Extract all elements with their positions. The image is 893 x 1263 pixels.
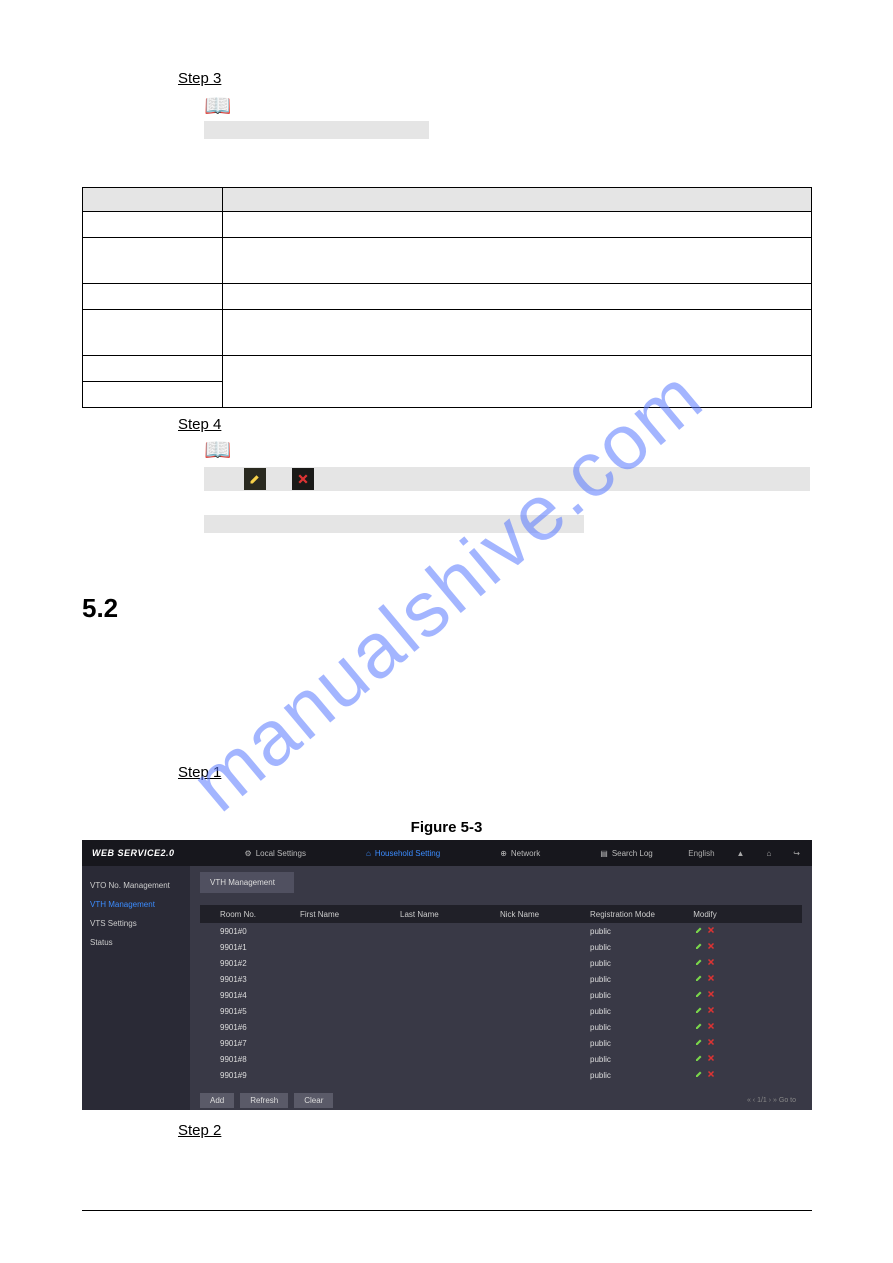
- room-no-cell: 9901#2: [220, 959, 300, 968]
- ss-header: WEB SERVICE2.0 ⚙Local Settings ⌂Househol…: [82, 840, 812, 866]
- delete-icon[interactable]: [707, 942, 715, 952]
- col-room-no: Room No.: [220, 910, 300, 919]
- edit-icon[interactable]: [695, 942, 703, 952]
- pagination[interactable]: « ‹ 1/1 › » Go to: [747, 1097, 796, 1104]
- room-no-cell: 9901#1: [220, 943, 300, 952]
- reg-mode-cell: public: [590, 943, 680, 952]
- edit-icon[interactable]: [695, 958, 703, 968]
- sidebar-item-vth[interactable]: VTH Management: [82, 895, 190, 914]
- home-icon[interactable]: ⌂: [766, 849, 771, 858]
- refresh-button[interactable]: Refresh: [240, 1093, 288, 1108]
- sidebar-item-status[interactable]: Status: [82, 933, 190, 952]
- reg-mode-cell: public: [590, 1023, 680, 1032]
- step1-label: Step 1: [178, 764, 221, 781]
- table-row: 9901#9 public: [200, 1067, 802, 1083]
- redacted-block: [204, 121, 429, 139]
- logout-icon[interactable]: ↪: [793, 849, 800, 858]
- step3-label: Step 3: [178, 70, 221, 87]
- table-row: 9901#4 public: [200, 987, 802, 1003]
- redacted-block-long: [204, 515, 584, 533]
- table-row: 9901#2 public: [200, 955, 802, 971]
- room-no-cell: 9901#9: [220, 1071, 300, 1080]
- delete-icon[interactable]: [707, 1054, 715, 1064]
- room-no-cell: 9901#5: [220, 1007, 300, 1016]
- edit-icon[interactable]: [695, 926, 703, 936]
- col-first-name: First Name: [300, 910, 400, 919]
- reg-mode-cell: public: [590, 1055, 680, 1064]
- room-no-cell: 9901#4: [220, 991, 300, 1000]
- ss-logo: WEB SERVICE2.0: [92, 848, 175, 858]
- reg-mode-cell: public: [590, 991, 680, 1000]
- reg-mode-cell: public: [590, 975, 680, 984]
- delete-icon[interactable]: [707, 1070, 715, 1080]
- col-last-name: Last Name: [400, 910, 500, 919]
- reg-mode-cell: public: [590, 1039, 680, 1048]
- footer-rule: [82, 1210, 812, 1211]
- sidebar-item-vto[interactable]: VTO No. Management: [82, 876, 190, 895]
- icon-example-row: [204, 467, 810, 491]
- room-no-cell: 9901#3: [220, 975, 300, 984]
- nav-network[interactable]: ⊕Network: [500, 849, 540, 858]
- table-row: 9901#5 public: [200, 1003, 802, 1019]
- edit-icon[interactable]: [695, 1070, 703, 1080]
- table-row: 9901#1 public: [200, 939, 802, 955]
- nav-search-log[interactable]: ▤Search Log: [600, 849, 652, 858]
- language-selector[interactable]: English: [688, 849, 714, 858]
- step2-label: Step 2: [178, 1122, 221, 1139]
- delete-icon: [292, 468, 314, 490]
- reg-mode-cell: public: [590, 1071, 680, 1080]
- add-button[interactable]: Add: [200, 1093, 234, 1108]
- reg-mode-cell: public: [590, 959, 680, 968]
- user-icon[interactable]: ▲: [737, 849, 745, 858]
- table-row: 9901#6 public: [200, 1019, 802, 1035]
- parameter-table: [82, 187, 812, 408]
- edit-icon[interactable]: [695, 1022, 703, 1032]
- delete-icon[interactable]: [707, 926, 715, 936]
- table-row: 9901#0 public: [200, 923, 802, 939]
- sidebar-item-vts[interactable]: VTS Settings: [82, 914, 190, 933]
- delete-icon[interactable]: [707, 958, 715, 968]
- nav-local-settings[interactable]: ⚙Local Settings: [245, 849, 306, 858]
- clear-button[interactable]: Clear: [294, 1093, 333, 1108]
- edit-icon: [244, 468, 266, 490]
- reg-mode-cell: public: [590, 1007, 680, 1016]
- room-no-cell: 9901#7: [220, 1039, 300, 1048]
- col-modify: Modify: [680, 910, 730, 919]
- edit-icon[interactable]: [695, 974, 703, 984]
- ss-sidebar: VTO No. Management VTH Management VTS Se…: [82, 866, 190, 1110]
- room-no-cell: 9901#6: [220, 1023, 300, 1032]
- screenshot-figure: WEB SERVICE2.0 ⚙Local Settings ⌂Househol…: [82, 840, 812, 1110]
- edit-icon[interactable]: [695, 1006, 703, 1016]
- delete-icon[interactable]: [707, 1006, 715, 1016]
- tab-vth-management[interactable]: VTH Management: [200, 872, 294, 893]
- section-number: 5.2: [82, 593, 811, 624]
- figure-caption: Figure 5-3: [82, 819, 811, 836]
- table-row: 9901#7 public: [200, 1035, 802, 1051]
- nav-household-setting[interactable]: ⌂Household Setting: [366, 849, 440, 858]
- delete-icon[interactable]: [707, 974, 715, 984]
- delete-icon[interactable]: [707, 1038, 715, 1048]
- edit-icon[interactable]: [695, 990, 703, 1000]
- table-row: 9901#8 public: [200, 1051, 802, 1067]
- table-row: 9901#3 public: [200, 971, 802, 987]
- delete-icon[interactable]: [707, 1022, 715, 1032]
- step4-label: Step 4: [178, 416, 221, 433]
- book-icon: 📖: [204, 437, 811, 463]
- edit-icon[interactable]: [695, 1054, 703, 1064]
- ss-table: Room No. First Name Last Name Nick Name …: [200, 905, 802, 1083]
- book-icon: 📖: [204, 93, 811, 119]
- room-no-cell: 9901#0: [220, 927, 300, 936]
- reg-mode-cell: public: [590, 927, 680, 936]
- edit-icon[interactable]: [695, 1038, 703, 1048]
- col-nick-name: Nick Name: [500, 910, 590, 919]
- col-registration-mode: Registration Mode: [590, 910, 680, 919]
- room-no-cell: 9901#8: [220, 1055, 300, 1064]
- delete-icon[interactable]: [707, 990, 715, 1000]
